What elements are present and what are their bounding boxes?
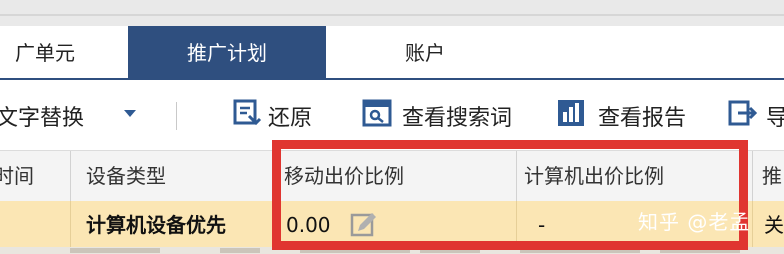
export-button[interactable]: 导 — [766, 100, 784, 132]
watermark: 知乎 @老孟 — [638, 210, 751, 234]
text-replace-button[interactable]: 文字替换 — [0, 100, 84, 132]
tab-bar: 广单元 推广计划 账户 — [0, 26, 784, 80]
tab-account[interactable]: 账户 — [360, 26, 490, 78]
caret-down-icon[interactable] — [124, 110, 136, 117]
cell-partial: 关 — [764, 213, 784, 237]
tab-ad-unit[interactable]: 广单元 — [0, 26, 100, 78]
search-terms-icon[interactable] — [362, 98, 392, 128]
view-report-button[interactable]: 查看报告 — [598, 100, 686, 132]
toolbar-separator — [176, 102, 177, 130]
restore-button[interactable]: 还原 — [268, 100, 312, 132]
top-strip — [0, 0, 784, 26]
view-search-terms-button[interactable]: 查看搜索词 — [402, 100, 512, 132]
tab-campaign[interactable]: 推广计划 — [128, 26, 326, 78]
bar-chart-icon[interactable] — [556, 98, 586, 128]
column-header-partial[interactable]: 推 — [762, 151, 782, 201]
column-header-time[interactable]: 时间 — [0, 151, 34, 201]
cell-device-type: 计算机设备优先 — [86, 213, 226, 237]
column-header-device-type[interactable]: 设备类型 — [86, 151, 166, 201]
restore-icon[interactable] — [232, 98, 262, 128]
export-icon[interactable] — [728, 98, 758, 128]
